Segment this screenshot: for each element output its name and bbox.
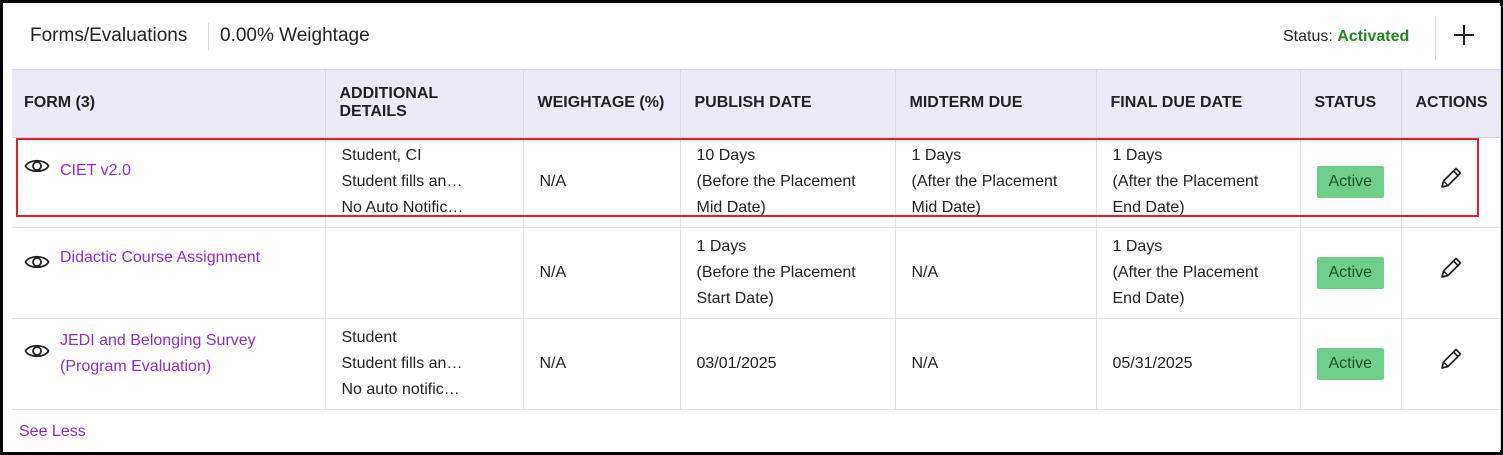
col-status: STATUS <box>1300 70 1402 138</box>
status-cell: Active <box>1300 137 1402 228</box>
publish-line: Mid Date) <box>696 199 766 216</box>
form-link[interactable]: Didactic Course Assignment <box>60 245 309 271</box>
detail-line: No Auto Notific… <box>341 199 464 216</box>
pencil-icon[interactable] <box>1437 254 1465 282</box>
page-title: Forms/Evaluations <box>30 25 188 46</box>
final-due-date-cell: 1 Days (After the Placement End Date) <box>1096 227 1301 319</box>
form-link[interactable]: CIET v2.0 <box>60 158 309 184</box>
table-row: Didactic Course Assignment N/A 1 Days (B… <box>12 227 1500 319</box>
form-cell: JEDI and Belonging Survey (Program Evalu… <box>12 318 326 410</box>
midterm-due-cell: N/A <box>895 227 1097 319</box>
detail-line: Student, CI <box>341 147 422 164</box>
weightage-cell: N/A <box>523 137 681 228</box>
status-label: Status: <box>1283 28 1333 45</box>
status-value: Activated <box>1337 28 1410 45</box>
forms-panel: Forms/Evaluations 0.00% Weightage Status… <box>12 6 1501 450</box>
final-line: End Date) <box>1112 199 1185 216</box>
status-badge: Active <box>1316 166 1385 198</box>
status-cell: Active <box>1300 318 1402 410</box>
midterm-line: 1 Days <box>911 147 962 164</box>
status-cell: Active <box>1300 227 1402 319</box>
col-actions: ACTIONS <box>1401 70 1500 138</box>
final-due-date-cell: 05/31/2025 <box>1096 318 1301 410</box>
see-less-link[interactable]: See Less <box>19 423 86 441</box>
col-publish-date: PUBLISH DATE <box>680 70 896 138</box>
forms-table: FORM (3) ADDITIONAL DETAILS WEIGHTAGE (%… <box>12 70 1500 410</box>
final-line: (After the Placement <box>1112 173 1259 190</box>
midterm-due-cell: N/A <box>895 318 1097 410</box>
pencil-icon[interactable] <box>1437 345 1465 373</box>
detail-line: Student <box>341 328 397 346</box>
header-divider-2 <box>1435 16 1436 60</box>
eye-icon[interactable] <box>24 252 50 272</box>
form-link[interactable]: JEDI and Belonging Survey (Program Evalu… <box>60 328 309 380</box>
actions-cell <box>1401 227 1500 319</box>
col-final-due-date: FINAL DUE DATE <box>1096 70 1301 138</box>
actions-cell <box>1401 137 1500 228</box>
additional-details-cell <box>325 227 524 319</box>
plus-icon[interactable] <box>1448 20 1480 52</box>
final-due-date-cell: 1 Days (After the Placement End Date) <box>1096 137 1301 228</box>
publish-line: (Before the Placement <box>696 263 856 281</box>
col-weightage: WEIGHTAGE (%) <box>523 70 681 138</box>
midterm-due-cell: 1 Days (After the Placement Mid Date) <box>895 137 1097 228</box>
col-form[interactable]: FORM (3) <box>12 70 326 138</box>
status-badge: Active <box>1316 256 1385 289</box>
weightage-cell: N/A <box>523 318 681 410</box>
publish-line: Start Date) <box>696 289 774 307</box>
window-frame: Forms/Evaluations 0.00% Weightage Status… <box>0 0 1503 455</box>
midterm-line: (After the Placement <box>911 173 1058 190</box>
final-line: (After the Placement <box>1112 263 1259 281</box>
col-midterm-due: MIDTERM DUE <box>895 70 1097 138</box>
publish-date-cell: 10 Days (Before the Placement Mid Date) <box>680 137 896 228</box>
eye-icon[interactable] <box>24 341 50 361</box>
panel-header: Forms/Evaluations 0.00% Weightage Status… <box>12 6 1500 70</box>
status-indicator: Status: Activated <box>1283 28 1409 46</box>
weightage-summary: 0.00% Weightage <box>220 25 370 46</box>
detail-line: No auto notific… <box>341 380 460 398</box>
publish-line: (Before the Placement <box>696 173 856 190</box>
detail-line: Student fills an… <box>341 173 463 190</box>
form-cell: Didactic Course Assignment <box>12 227 326 319</box>
publish-line: 10 Days <box>696 147 756 164</box>
table-header-row: FORM (3) ADDITIONAL DETAILS WEIGHTAGE (%… <box>12 70 1500 138</box>
actions-cell <box>1401 318 1500 410</box>
additional-details-cell: Student Student fills an… No auto notifi… <box>325 318 524 410</box>
publish-date-cell: 03/01/2025 <box>680 318 896 410</box>
header-divider <box>208 23 209 51</box>
status-badge: Active <box>1316 347 1385 380</box>
midterm-line: Mid Date) <box>911 199 981 216</box>
weightage-cell: N/A <box>523 227 681 319</box>
publish-date-cell: 1 Days (Before the Placement Start Date) <box>680 227 896 319</box>
final-line: 1 Days <box>1112 237 1163 255</box>
pencil-icon[interactable] <box>1437 164 1465 192</box>
publish-line: 1 Days <box>696 237 747 255</box>
detail-line: Student fills an… <box>341 354 463 372</box>
additional-details-cell: Student, CI Student fills an… No Auto No… <box>325 137 524 228</box>
eye-icon[interactable] <box>24 156 50 176</box>
final-line: End Date) <box>1112 289 1185 307</box>
final-line: 1 Days <box>1112 147 1163 164</box>
form-cell: CIET v2.0 <box>12 137 326 228</box>
table-row: JEDI and Belonging Survey (Program Evalu… <box>12 318 1500 410</box>
col-additional-details: ADDITIONAL DETAILS <box>325 70 524 138</box>
table-row: CIET v2.0 Student, CI Student fills an… … <box>12 137 1500 228</box>
